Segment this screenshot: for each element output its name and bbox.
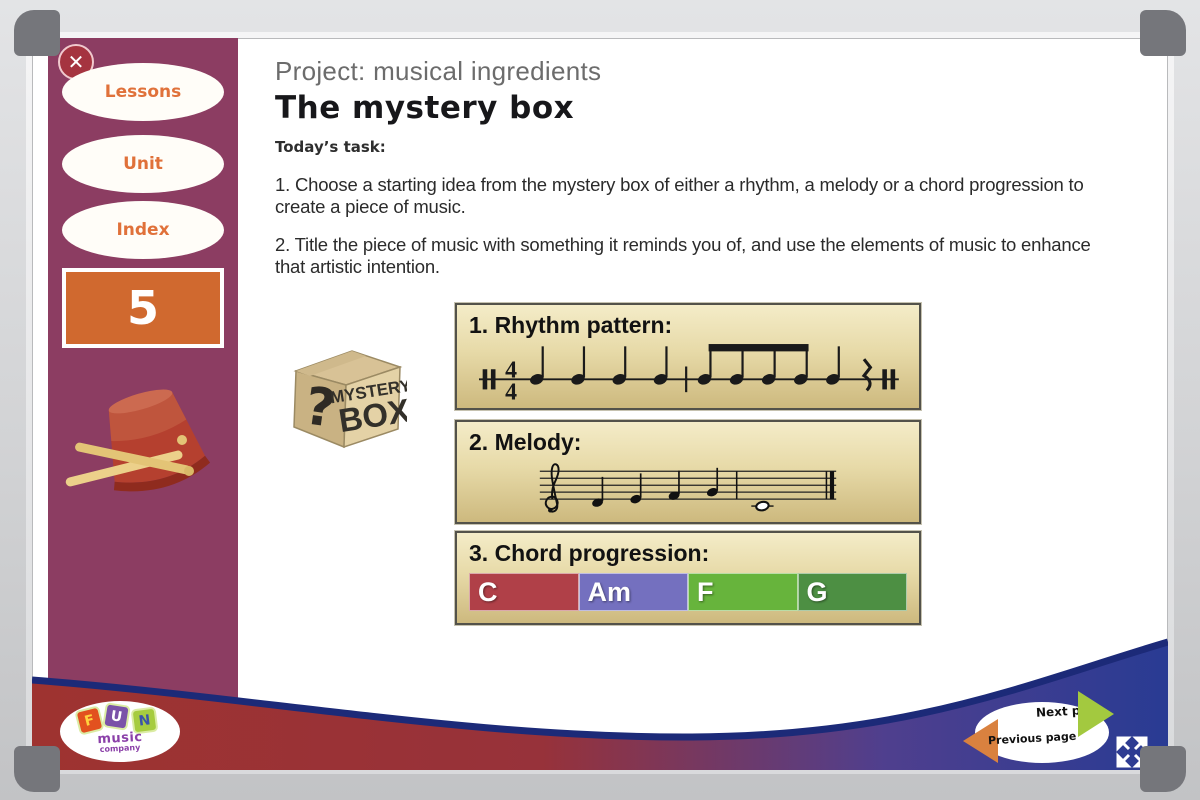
- lessons-label: Lessons: [105, 82, 182, 102]
- sidebar-item-unit[interactable]: Unit: [62, 135, 224, 193]
- task-item-1: 1. Choose a starting idea from the myste…: [275, 174, 1120, 218]
- project-title: Project: musical ingredients: [275, 56, 601, 87]
- logo-letter-f: F: [77, 708, 102, 733]
- rhythm-pattern-panel: 1. Rhythm pattern: 4 4: [455, 303, 921, 410]
- melody-panel-title: 2. Melody:: [469, 429, 919, 456]
- chord-row: C Am F G: [469, 573, 907, 611]
- chord-block-c: C: [469, 573, 579, 611]
- page-number-box: 5: [62, 268, 224, 348]
- lesson-canvas: ✕ Lessons Unit Index 5: [32, 38, 1168, 770]
- chord-block-g: G: [798, 573, 908, 611]
- task-item-2: 2. Title the piece of music with somethi…: [275, 234, 1120, 278]
- task-label: Today’s task:: [275, 138, 386, 156]
- chord-block-f: F: [688, 573, 798, 611]
- close-icon: ✕: [68, 50, 85, 74]
- frame-corner-cap: [1140, 10, 1186, 56]
- rhythm-panel-title: 1. Rhythm pattern:: [469, 312, 919, 339]
- next-page-button[interactable]: [1078, 691, 1114, 737]
- chord-panel-title: 3. Chord progression:: [469, 540, 919, 567]
- frame-corner-cap: [14, 746, 60, 792]
- sidebar-item-index[interactable]: Index: [62, 201, 224, 259]
- sidebar: ✕ Lessons Unit Index 5: [48, 38, 238, 710]
- sidebar-item-lessons[interactable]: Lessons: [62, 63, 224, 121]
- unit-label: Unit: [123, 154, 163, 174]
- melody-panel: 2. Melody:: [455, 420, 921, 524]
- melody-notation: [463, 456, 913, 520]
- page-title: The mystery box: [275, 90, 574, 126]
- fun-music-company-logo: F U N music company: [60, 701, 180, 762]
- time-sig-bottom: 4: [505, 380, 517, 406]
- page-number: 5: [127, 281, 159, 335]
- mystery-box-image[interactable]: ? MYSTERY BOX: [282, 341, 407, 453]
- frame-corner-cap: [1140, 746, 1186, 792]
- chord-progression-panel: 3. Chord progression: C Am F G: [455, 531, 921, 625]
- chord-block-am: Am: [579, 573, 689, 611]
- logo-letter-u: U: [104, 704, 128, 728]
- bucket-drumsticks-icon: [56, 378, 230, 510]
- chord-label: C: [478, 577, 498, 608]
- rhythm-notation: 4 4: [463, 339, 913, 405]
- index-label: Index: [116, 220, 169, 240]
- chord-label: G: [807, 577, 828, 608]
- chord-label: F: [697, 577, 714, 608]
- chord-label: Am: [588, 577, 632, 608]
- frame-corner-cap: [14, 10, 60, 56]
